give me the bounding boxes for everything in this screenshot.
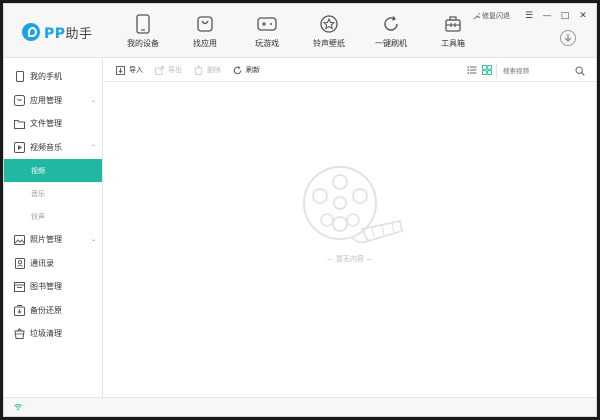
status-bar <box>4 397 596 416</box>
header-bar: PP助手 我的设备 找应用 玩游戏 铃声壁纸 一键刷机 工具箱 修复闪退 ☰ —… <box>4 4 596 58</box>
book-icon <box>14 281 25 292</box>
delete-button[interactable]: 删除 <box>194 65 221 75</box>
nav-label: 找应用 <box>193 39 217 48</box>
list-view-icon[interactable] <box>467 65 477 75</box>
sidebar: 我的手机 应用管理 ⌄ 文件管理 视频音乐 ⌃ 视频 音乐 铃声 照片管理 ⌄ … <box>4 59 103 397</box>
app-name-cn: 助手 <box>65 26 93 42</box>
sidebar-item-backup-restore[interactable]: 备份还原 <box>4 299 102 323</box>
chevron-down-icon: ⌄ <box>90 236 96 243</box>
nav-my-device[interactable]: 我的设备 <box>112 14 174 54</box>
export-icon <box>155 65 164 75</box>
refresh-label: 刷新 <box>246 66 260 74</box>
repair-crash-link[interactable]: 修复闪退 <box>473 11 510 21</box>
app-name-latin: PP <box>44 25 66 42</box>
chevron-up-icon: ⌃ <box>90 143 96 151</box>
backup-icon <box>14 304 25 316</box>
sidebar-item-book-management[interactable]: 图书管理 <box>4 275 102 299</box>
nav-label: 铃声壁纸 <box>313 39 345 48</box>
import-button[interactable]: 导入 <box>116 65 143 75</box>
nav-find-apps[interactable]: 找应用 <box>174 14 236 54</box>
nav-label: 玩游戏 <box>255 39 279 48</box>
app-logo: PP助手 <box>22 21 93 43</box>
pp-logo-icon <box>22 23 40 41</box>
sidebar-item-label: 文件管理 <box>30 119 62 129</box>
toolbox-icon <box>443 14 463 34</box>
export-button[interactable]: 导出 <box>155 65 182 75</box>
grid-view-icon[interactable] <box>482 65 492 75</box>
nav-label: 我的设备 <box>127 39 159 48</box>
sidebar-item-label: 垃圾清理 <box>30 329 62 339</box>
sidebar-item-contacts[interactable]: 通讯录 <box>4 252 102 276</box>
sidebar-item-label: 应用管理 <box>30 95 62 105</box>
refresh-icon <box>381 14 401 34</box>
nav-label: 一键刷机 <box>375 39 407 48</box>
shopping-bag-icon <box>195 14 215 34</box>
refresh-icon <box>233 65 242 75</box>
wifi-icon[interactable] <box>14 403 22 411</box>
close-button[interactable]: ✕ <box>576 10 590 22</box>
phone-icon <box>133 14 153 34</box>
sidebar-subitem-ringtones[interactable]: 铃声 <box>4 205 102 228</box>
window-controls: 修复闪退 ☰ — □ ✕ <box>473 10 590 22</box>
view-toggle <box>462 65 492 75</box>
sidebar-item-label: 图书管理 <box>30 282 62 292</box>
search-icon[interactable] <box>575 65 585 76</box>
trash-icon <box>194 65 203 75</box>
film-reel-icon <box>303 166 404 244</box>
search-input[interactable] <box>497 66 575 75</box>
photo-icon <box>14 234 25 245</box>
empty-state-text: — 暂无内容 — <box>326 255 374 263</box>
nav-one-click-flash[interactable]: 一键刷机 <box>360 14 422 54</box>
trash-icon <box>14 328 25 340</box>
minimize-button[interactable]: — <box>540 10 554 22</box>
sidebar-item-label: 照片管理 <box>30 235 62 245</box>
sidebar-item-label: 通讯录 <box>30 258 54 268</box>
apps-icon <box>14 94 25 106</box>
nav-games[interactable]: 玩游戏 <box>236 14 298 54</box>
gamepad-icon <box>257 14 277 34</box>
repair-crash-label: 修复闪退 <box>482 12 510 20</box>
video-list-area: — 暂无内容 — <box>104 83 596 397</box>
sidebar-item-my-phone[interactable]: 我的手机 <box>4 65 102 89</box>
menu-button[interactable]: ☰ <box>522 10 536 22</box>
nav-label: 工具箱 <box>441 39 465 48</box>
sidebar-item-file-management[interactable]: 文件管理 <box>4 112 102 136</box>
phone-icon <box>14 71 25 83</box>
sidebar-item-label: 备份还原 <box>30 305 62 315</box>
contacts-icon <box>14 257 25 269</box>
maximize-button[interactable]: □ <box>558 10 572 22</box>
search-box <box>496 63 592 78</box>
sidebar-item-photo-management[interactable]: 照片管理 ⌄ <box>4 228 102 252</box>
import-icon <box>116 65 125 75</box>
download-manager-button[interactable] <box>560 30 576 46</box>
export-label: 导出 <box>168 66 182 74</box>
sidebar-item-app-management[interactable]: 应用管理 ⌄ <box>4 89 102 113</box>
star-icon <box>319 14 339 34</box>
chevron-down-icon: ⌄ <box>90 96 96 104</box>
delete-label: 删除 <box>207 66 221 74</box>
sidebar-item-junk-cleanup[interactable]: 垃圾清理 <box>4 322 102 346</box>
sidebar-subitem-music[interactable]: 音乐 <box>4 182 102 205</box>
top-nav: 我的设备 找应用 玩游戏 铃声壁纸 一键刷机 工具箱 <box>112 14 484 54</box>
sidebar-item-label: 视频音乐 <box>30 142 62 152</box>
refresh-button[interactable]: 刷新 <box>233 65 260 75</box>
sidebar-item-label: 我的手机 <box>30 72 62 82</box>
folder-icon <box>14 118 25 129</box>
wrench-icon <box>473 12 480 19</box>
app-name: PP助手 <box>44 23 93 42</box>
play-icon <box>14 141 25 153</box>
sidebar-subitem-video[interactable]: 视频 <box>4 159 102 182</box>
app-window: PP助手 我的设备 找应用 玩游戏 铃声壁纸 一键刷机 工具箱 修复闪退 ☰ —… <box>3 3 597 417</box>
nav-ringtones-wallpapers[interactable]: 铃声壁纸 <box>298 14 360 54</box>
arrow-down-icon <box>564 34 572 42</box>
content-toolbar: 导入 导出 删除 刷新 <box>104 59 596 82</box>
import-label: 导入 <box>129 66 143 74</box>
sidebar-item-video-music[interactable]: 视频音乐 ⌃ <box>4 136 102 160</box>
